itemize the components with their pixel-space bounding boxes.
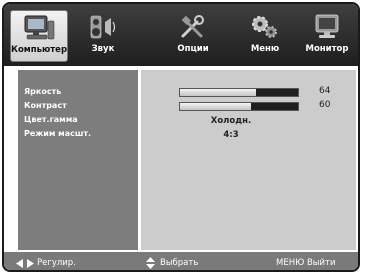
tab-bar: Компьютер Звук Опции Меню Монитор bbox=[4, 4, 358, 66]
color-gamut-label[interactable]: Цвет.гамма bbox=[24, 115, 78, 124]
tab-sound[interactable]: Звук bbox=[74, 10, 132, 62]
hint-bar: Регулир. Выбрать МЕНЮ Выйти bbox=[4, 252, 358, 270]
brightness-label[interactable]: Яркость bbox=[24, 87, 61, 96]
scale-mode-value[interactable]: 4:3 bbox=[141, 130, 321, 140]
computer-icon bbox=[24, 15, 55, 40]
exit-hint: МЕНЮ Выйти bbox=[276, 258, 336, 268]
tab-label: Опции bbox=[177, 44, 209, 54]
brightness-value: 64 bbox=[319, 86, 331, 96]
tab-label: Звук bbox=[91, 44, 115, 54]
gears-icon bbox=[252, 16, 277, 38]
contrast-value: 60 bbox=[319, 100, 331, 110]
monitor-icon bbox=[315, 14, 339, 38]
settings-value-panel: 64 60 Холодн. 4:3 bbox=[141, 70, 356, 250]
up-down-arrows-icon bbox=[146, 257, 155, 269]
tools-icon bbox=[181, 15, 204, 38]
brightness-slider-fill bbox=[180, 89, 256, 96]
tab-label: Монитор bbox=[305, 44, 349, 54]
adjust-hint: Регулир. bbox=[37, 258, 76, 268]
contrast-label[interactable]: Контраст bbox=[24, 101, 67, 110]
sound-icon bbox=[90, 15, 116, 39]
settings-label-panel: Яркость Контраст Цвет.гамма Режим масшт. bbox=[18, 70, 138, 250]
tab-menu[interactable]: Меню bbox=[236, 10, 294, 62]
scale-mode-label[interactable]: Режим масшт. bbox=[24, 129, 91, 138]
contrast-slider-fill bbox=[180, 103, 251, 110]
select-hint: Выбрать bbox=[160, 258, 199, 268]
tab-monitor[interactable]: Монитор bbox=[296, 10, 358, 62]
osd-menu: Компьютер Звук Опции Меню Монитор Яркост… bbox=[2, 2, 360, 272]
left-right-arrows-icon bbox=[16, 259, 34, 268]
contrast-slider[interactable] bbox=[179, 102, 299, 111]
tab-options[interactable]: Опции bbox=[164, 10, 222, 62]
tab-label: Меню bbox=[250, 44, 280, 54]
brightness-slider[interactable] bbox=[179, 88, 299, 97]
tab-label: Компьютер bbox=[11, 45, 68, 55]
tab-computer[interactable]: Компьютер bbox=[10, 10, 68, 62]
color-gamut-value[interactable]: Холодн. bbox=[141, 116, 321, 126]
